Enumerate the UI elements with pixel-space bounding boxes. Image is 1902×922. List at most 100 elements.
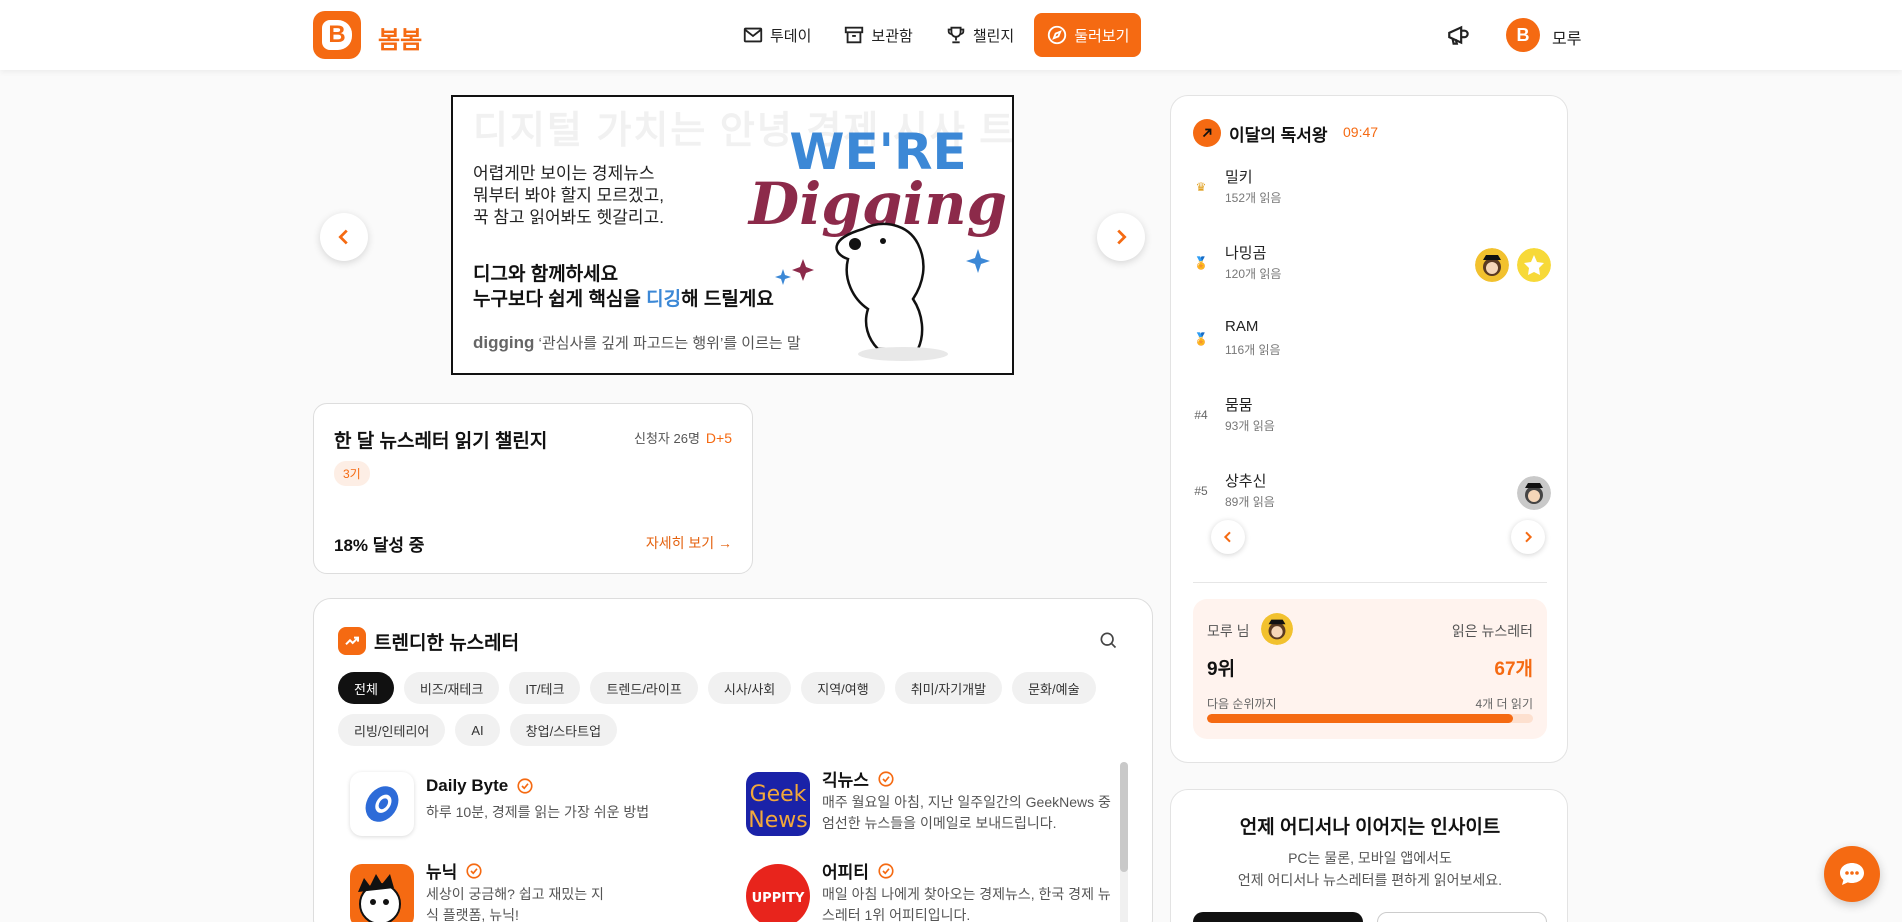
chevron-left-icon <box>338 229 348 245</box>
chip-startup[interactable]: 창업/스타트업 <box>509 714 618 746</box>
chip-living[interactable]: 리빙/인테리어 <box>338 714 446 746</box>
app-promo-card: 언제 어디서나 이어지는 인사이트 PC는 물론, 모바일 앱에서도 언제 어디… <box>1170 789 1568 922</box>
newsletter-desc: 세상이 궁금해? 쉽고 재밌는 지식 플랫폼, 뉴닉! <box>426 886 604 922</box>
challenge-applicants: 신청자 26명 <box>634 431 700 446</box>
chip-society[interactable]: 시사/사회 <box>707 672 792 704</box>
newsletter-name: 어피티 <box>822 858 895 883</box>
banner-intro: 어렵게만 보이는 경제뉴스 뭐부터 봐야 할지 모르겠고, 꾹 참고 읽어봐도 … <box>473 163 773 229</box>
rank-row[interactable]: #4 뭄뭄 93개 읽음 <box>1191 390 1551 450</box>
newsletter-name-text: 뉴닉 <box>426 863 458 882</box>
newsletter-item[interactable]: 뉴닉 세상이 궁금해? 쉽고 재밌는 지식 플랫폼, 뉴닉! <box>350 862 740 922</box>
banner-prev-button[interactable] <box>320 213 368 261</box>
challenge-cohort-badge: 3기 <box>334 461 370 486</box>
next-rank-label: 다음 순위까지 <box>1207 697 1277 711</box>
nav-explore[interactable]: 둘러보기 <box>1034 13 1142 57</box>
medal-silver-icon: 🏅 <box>1193 256 1209 270</box>
nav-archive[interactable]: 보관함 <box>831 13 924 57</box>
newsletter-item[interactable]: Geek News 긱뉴스 매주 월요일 아침, 지난 일주일간의 GeekNew… <box>746 770 1136 852</box>
promo-title: 언제 어디서나 이어지는 인사이트 <box>1239 817 1501 838</box>
list-scrollbar[interactable] <box>1120 762 1128 922</box>
brand-logo[interactable]: B <box>313 11 361 59</box>
chip-hobby[interactable]: 취미/자기개발 <box>894 672 1003 704</box>
rank-row[interactable]: #5 상추신 89개 읽음 <box>1191 466 1551 526</box>
ranking-prev-button[interactable] <box>1211 520 1245 554</box>
my-read-count: 67개 <box>1494 659 1533 680</box>
star-badge-icon <box>1517 248 1551 282</box>
newsletter-item[interactable]: UPPITY 어피티 매일 아침 나에게 찾아오는 경제뉴스, 한국 경제 뉴스… <box>746 862 1136 922</box>
rank-name: 나밍곰 <box>1225 245 1267 262</box>
reading-king-panel: 이달의 독서왕 09:47 ♛ 밀키 152개 읽음 🏅 나밍곰 120개 읽음… <box>1170 95 1568 763</box>
ranking-title: 이달의 독서왕 <box>1229 126 1328 145</box>
next-rank-value: 4개 더 읽기 <box>1475 697 1533 711</box>
main-nav: 투데이 보관함 챌린지 둘러보기 <box>730 13 1142 57</box>
chevron-left-icon <box>1223 531 1231 543</box>
rank-row[interactable]: ♛ 밀키 152개 읽음 <box>1191 162 1551 222</box>
trophy-icon <box>947 26 965 44</box>
mail-icon <box>743 27 763 43</box>
newsletter-desc: 하루 10분, 경제를 읽는 가장 쉬운 방법 <box>426 804 650 820</box>
chip-trend[interactable]: 트렌드/라이프 <box>590 672 698 704</box>
brand-name[interactable]: 봄봄 <box>378 20 422 55</box>
newsletter-desc: 매주 월요일 아침, 지난 일주일간의 GeekNews 중 엄선한 뉴스들을 … <box>822 794 1111 831</box>
challenge-dday: D+5 <box>705 430 732 446</box>
newsletter-name-text: Daily Byte <box>426 776 509 795</box>
megaphone-icon[interactable] <box>1446 22 1472 48</box>
newsletter-desc: 매일 아침 나에게 찾아오는 경제뉴스, 한국 경제 뉴스레터 1위 어피티입니… <box>822 886 1111 922</box>
newneek-logo <box>350 864 414 922</box>
chip-all[interactable]: 전체 <box>338 672 394 704</box>
chip-travel[interactable]: 지역/여행 <box>801 672 885 704</box>
digging-bear-illustration: WE'RE Digging <box>747 123 1007 361</box>
user-avatar[interactable]: B <box>1506 18 1540 52</box>
divider <box>1193 582 1547 583</box>
nav-today[interactable]: 투데이 <box>730 13 823 57</box>
promo-desc-line-1: PC는 물론, 모바일 앱에서도 <box>1288 850 1452 866</box>
scrollbar-thumb[interactable] <box>1120 762 1128 872</box>
rank-row[interactable]: 🏅 RAM 116개 읽음 <box>1191 314 1551 374</box>
trending-title: 트렌디한 뉴스레터 <box>374 633 520 654</box>
nav-challenge[interactable]: 챌린지 <box>933 13 1026 57</box>
banner-slide[interactable]: 디지털 가치는 안녕 경제 시사 트렌드 어렵게만 보이는 경제뉴스 뭐부터 봐… <box>451 95 1014 375</box>
badge-avatar <box>1517 476 1551 510</box>
newsletter-name: 뉴닉 <box>426 858 483 883</box>
banner-bold-2-pre: 누구보다 쉽게 핵심을 <box>473 289 641 310</box>
nav-challenge-label: 챌린지 <box>972 27 1015 45</box>
rank-count: 120개 읽음 <box>1225 267 1282 281</box>
nav-archive-label: 보관함 <box>871 27 913 45</box>
banner-foot-word: digging <box>473 333 535 352</box>
trending-icon <box>338 627 366 655</box>
challenge-detail-link[interactable]: 자세히 보기 → <box>646 533 732 553</box>
chat-bubble-icon <box>1840 863 1864 885</box>
compass-icon <box>1048 25 1067 45</box>
chip-culture[interactable]: 문화/예술 <box>1012 672 1096 704</box>
challenge-progress: 18% 달성 중 <box>334 536 425 555</box>
challenge-title: 한 달 뉴스레터 읽기 챌린지 <box>334 431 548 452</box>
chip-ai[interactable]: AI <box>455 714 500 746</box>
rank-progress-fill <box>1207 714 1514 723</box>
chip-biz[interactable]: 비즈/재테크 <box>403 672 500 704</box>
banner-next-button[interactable] <box>1097 213 1145 261</box>
play-store-button[interactable] <box>1377 912 1547 922</box>
banner-line-1: 어렵게만 보이는 경제뉴스 <box>473 164 655 183</box>
rank-row[interactable]: 🏅 나밍곰 120개 읽음 <box>1191 238 1551 298</box>
my-name-label: 모루 님 <box>1207 623 1250 639</box>
geeknews-logo-text-1: Geek <box>750 782 807 807</box>
ranking-next-button[interactable] <box>1511 520 1545 554</box>
chat-button[interactable] <box>1824 846 1880 902</box>
my-rank: 9위 <box>1207 659 1236 680</box>
verified-check-icon <box>466 862 482 879</box>
chip-it[interactable]: IT/테크 <box>509 672 581 704</box>
search-icon[interactable] <box>1098 630 1118 650</box>
banner-line-2: 뭐부터 봐야 할지 모르겠고, <box>473 186 664 205</box>
brand-logo-letter: B <box>322 20 352 50</box>
rank-badges <box>1517 476 1551 510</box>
rank-number: #4 <box>1194 408 1208 422</box>
challenge-card[interactable]: 한 달 뉴스레터 읽기 챌린지 신청자 26명 D+5 3기 18% 달성 중 자… <box>313 403 753 574</box>
geeknews-logo: Geek News <box>746 772 810 836</box>
user-name[interactable]: 모루 <box>1552 25 1581 49</box>
my-ranking-card: 모루 님 읽은 뉴스레터 9위 67개 다음 순위까지 4개 더 읽기 <box>1193 599 1547 739</box>
app-store-button[interactable] <box>1193 912 1363 922</box>
newsletter-item[interactable]: Daily Byte 하루 10분, 경제를 읽는 가장 쉬운 방법 <box>350 772 740 852</box>
nav-explore-label: 둘러보기 <box>1074 27 1130 45</box>
uppity-logo: UPPITY <box>746 864 810 922</box>
rank-count: 93개 읽음 <box>1225 419 1275 433</box>
